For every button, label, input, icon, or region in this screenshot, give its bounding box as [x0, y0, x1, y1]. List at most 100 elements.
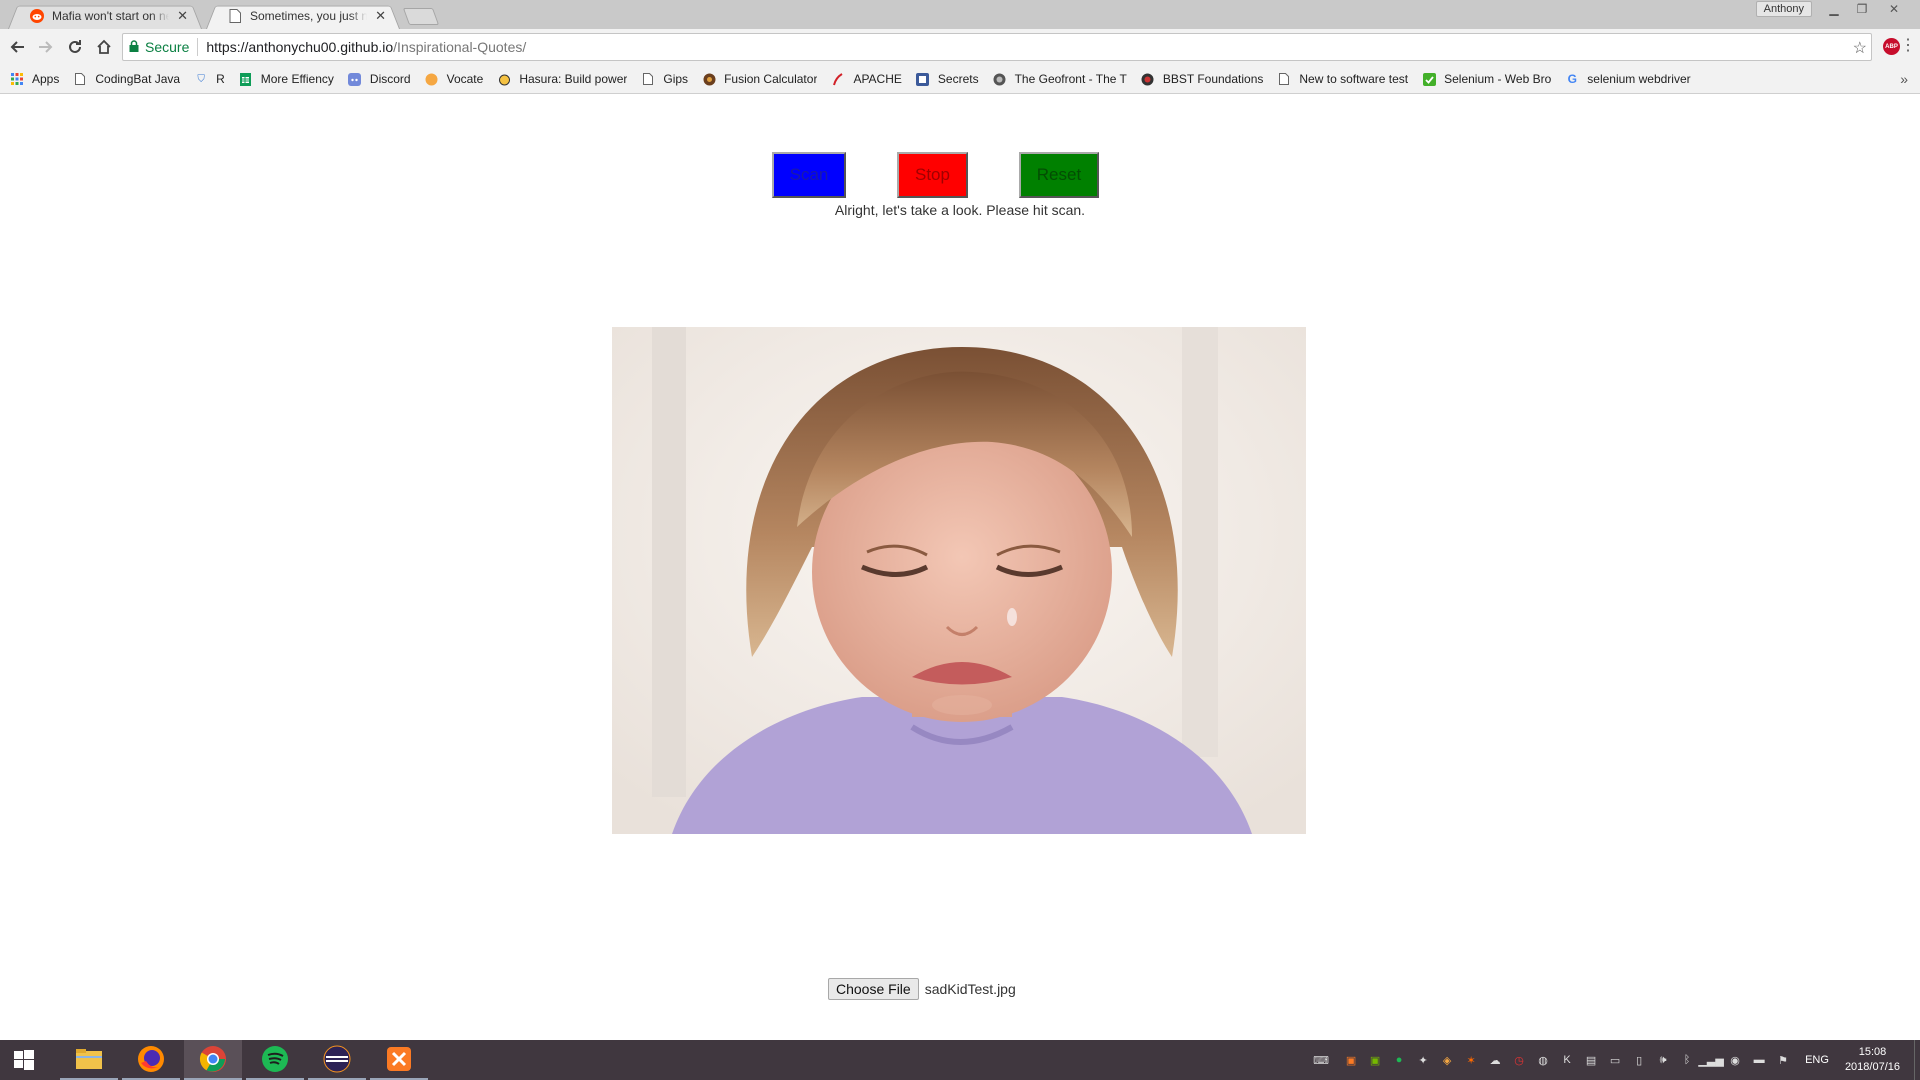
chrome-icon[interactable] [184, 1040, 242, 1080]
bookmark-secrets[interactable]: Secrets [916, 72, 979, 86]
page-content: Scan Stop Reset Alright, let's take a lo… [0, 94, 1920, 1040]
discord-icon [348, 72, 362, 86]
network-icon[interactable]: ▬ [1751, 1052, 1767, 1068]
secrets-icon [916, 72, 930, 86]
bookmark-label: Secrets [937, 72, 979, 86]
spotify-icon[interactable] [246, 1040, 304, 1080]
show-desktop-button[interactable] [1914, 1040, 1920, 1080]
tab-reddit[interactable]: Mafia won't start on new ✕ [8, 3, 202, 29]
bookmark-bbst[interactable]: BBST Foundations [1141, 72, 1264, 86]
chrome-menu-icon[interactable]: ⋮ [1900, 35, 1916, 55]
k-icon[interactable]: K [1559, 1052, 1575, 1068]
flag-icon[interactable]: ⚑ [1775, 1052, 1791, 1068]
scan-button[interactable]: Scan [772, 152, 846, 198]
adblock-plus-icon[interactable]: ABP [1883, 38, 1900, 55]
page-icon [73, 72, 87, 86]
xampp-icon[interactable] [370, 1040, 428, 1080]
browser-tab-strip: Mafia won't start on new ✕ Sometimes, yo… [0, 0, 1920, 29]
vpn-icon[interactable]: ◉ [1727, 1052, 1743, 1068]
notes-icon[interactable]: ▭ [1607, 1052, 1623, 1068]
taskbar-clock[interactable]: 15:08 2018/07/16 [1845, 1045, 1900, 1075]
spotify-tray-icon[interactable]: ● [1391, 1052, 1407, 1068]
language-indicator[interactable]: ENG [1805, 1054, 1829, 1066]
url-host: https://anthonychu00.github.io [206, 39, 394, 55]
minimize-icon[interactable]: ▁ [1822, 1, 1846, 17]
firefox-icon[interactable] [122, 1040, 180, 1080]
home-icon[interactable] [92, 35, 116, 59]
selected-file-name: sadKidTest.jpg [924, 981, 1016, 997]
bookmark-geofront[interactable]: The Geofront - The T [993, 72, 1127, 86]
bookmark-label: APACHE [853, 72, 902, 86]
bookmark-label: BBST Foundations [1162, 72, 1264, 86]
close-tab-icon[interactable]: ✕ [177, 8, 188, 24]
forward-arrow-icon[interactable] [34, 35, 58, 59]
geofront-icon [993, 72, 1007, 86]
eclipse-icon[interactable] [308, 1040, 366, 1080]
bookmark-new-to-software-test[interactable]: New to software test [1277, 72, 1408, 86]
bookmark-gips[interactable]: Gips [641, 72, 688, 86]
url-text: https://anthonychu00.github.io/Inspirati… [198, 39, 526, 55]
reset-button[interactable]: Reset [1019, 152, 1099, 198]
bookmark-r[interactable]: ⛉ R [194, 72, 224, 86]
page-icon [641, 72, 655, 86]
volume-icon[interactable]: 🕪 [1655, 1052, 1671, 1068]
secure-indicator[interactable]: Secure [123, 38, 199, 56]
antivirus-icon[interactable]: ✶ [1463, 1052, 1479, 1068]
file-upload: Choose File sadKidTest.jpg [828, 978, 1016, 1000]
cloud-icon[interactable]: ☁ [1487, 1052, 1503, 1068]
bookmark-selenium-webdriver[interactable]: G selenium webdriver [1565, 72, 1691, 86]
tab-title: Mafia won't start on new [52, 9, 170, 23]
globe-icon[interactable]: ◍ [1535, 1052, 1551, 1068]
lock-icon [129, 39, 139, 55]
new-tab-button[interactable] [402, 8, 440, 25]
windows-start-icon[interactable] [0, 1040, 48, 1080]
windows-taskbar: ⌨ ▣ ▣ ● ✦ ◈ ✶ ☁ ◷ ◍ K ▤ ▭ ▯ 🕪 ᛒ ▁▃▅ ◉ ▬ … [0, 1040, 1920, 1080]
bookmark-apps[interactable]: Apps [10, 72, 59, 86]
bookmark-label: Fusion Calculator [724, 72, 818, 86]
hasura-icon [497, 72, 511, 86]
close-tab-icon[interactable]: ✕ [375, 8, 386, 24]
tab-inspirational-quotes[interactable]: Sometimes, you just nee ✕ [206, 3, 400, 29]
vocate-icon [425, 72, 439, 86]
bookmark-label: Discord [369, 72, 411, 86]
selenium-icon [1422, 72, 1436, 86]
bookmark-more-effiency[interactable]: More Effiency [239, 72, 334, 86]
keyboard-icon[interactable]: ⌨ [1307, 1052, 1335, 1068]
bookmark-label: CodingBat Java [95, 72, 181, 86]
display-icon[interactable]: ▤ [1583, 1052, 1599, 1068]
clock-tray-icon[interactable]: ◷ [1511, 1052, 1527, 1068]
xampp-tray-icon[interactable]: ▣ [1343, 1052, 1359, 1068]
stop-button[interactable]: Stop [897, 152, 968, 198]
bookmark-selenium-web[interactable]: Selenium - Web Bro [1422, 72, 1551, 86]
bookmark-apache[interactable]: APACHE [831, 72, 902, 86]
nvidia-icon[interactable]: ▣ [1367, 1052, 1383, 1068]
tab-title: Sometimes, you just nee [250, 9, 368, 23]
apps-grid-icon [10, 72, 24, 86]
restore-icon[interactable]: ❐ [1850, 1, 1874, 17]
bookmark-label: Vocate [446, 72, 484, 86]
bookmark-fusion-calculator[interactable]: Fusion Calculator [702, 72, 817, 86]
orange-tray-icon[interactable]: ◈ [1439, 1052, 1455, 1068]
bookmark-star-icon[interactable]: ☆ [1853, 38, 1867, 58]
choose-file-button[interactable]: Choose File [828, 978, 919, 1000]
clock-time: 15:08 [1858, 1046, 1887, 1058]
app-tray-icon[interactable]: ✦ [1415, 1052, 1431, 1068]
bookmark-codingbat[interactable]: CodingBat Java [73, 72, 180, 86]
back-arrow-icon[interactable] [5, 35, 29, 59]
usb-icon[interactable]: ▯ [1631, 1052, 1647, 1068]
uploaded-image [612, 327, 1306, 834]
profile-button[interactable]: Anthony [1755, 1, 1812, 17]
file-explorer-icon[interactable] [60, 1040, 118, 1080]
bookmark-label: Gips [663, 72, 689, 86]
close-window-icon[interactable]: ✕ [1882, 1, 1906, 17]
bookmark-vocate[interactable]: Vocate [425, 72, 484, 86]
bookmark-discord[interactable]: Discord [348, 72, 411, 86]
address-bar[interactable]: Secure https://anthonychu00.github.io/In… [122, 33, 1872, 61]
bookmarks-overflow-icon[interactable]: » [1900, 71, 1908, 87]
bookmark-label: The Geofront - The T [1014, 72, 1127, 86]
bluetooth-icon[interactable]: ᛒ [1679, 1052, 1695, 1068]
bookmarks-bar: Apps CodingBat Java ⛉ R More Effiency Di… [0, 65, 1920, 94]
reload-icon[interactable] [63, 35, 87, 59]
signal-icon[interactable]: ▁▃▅ [1698, 1052, 1723, 1068]
bookmark-hasura[interactable]: Hasura: Build power [497, 72, 627, 86]
